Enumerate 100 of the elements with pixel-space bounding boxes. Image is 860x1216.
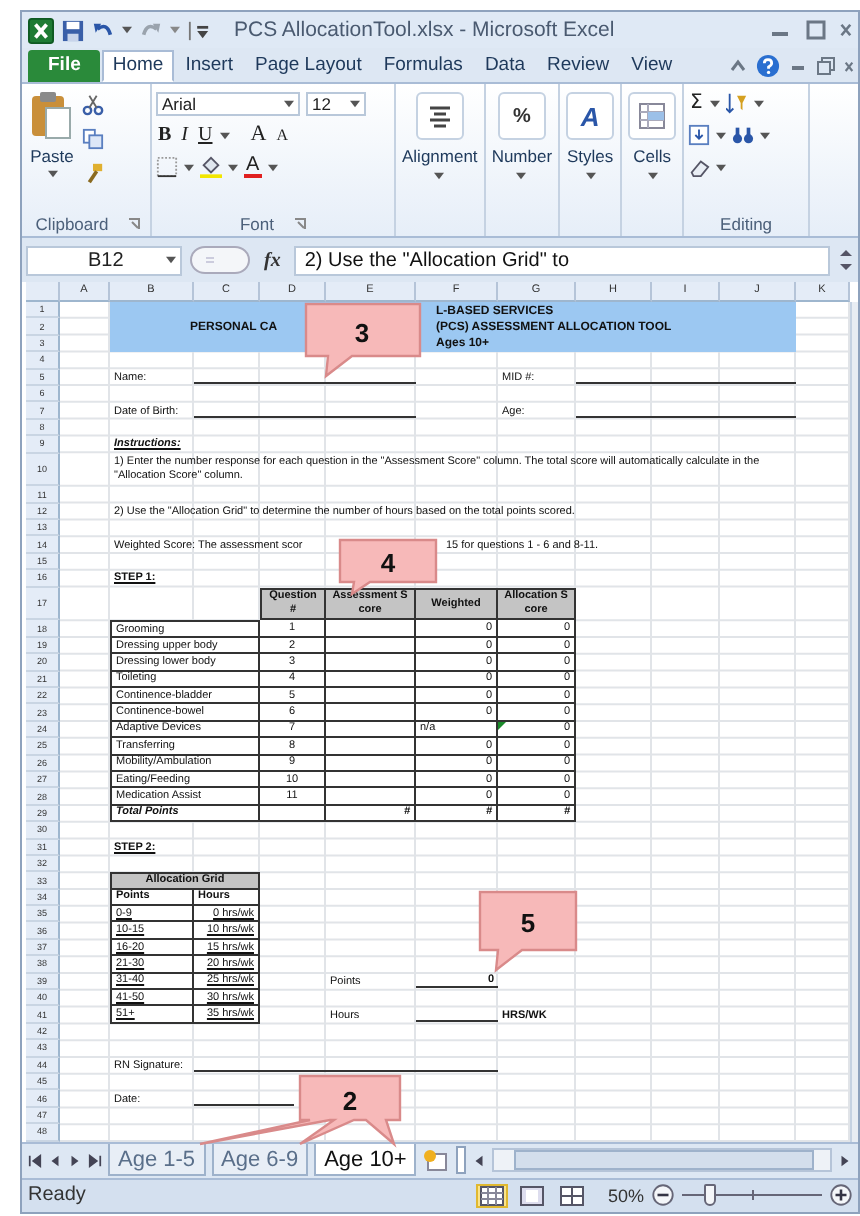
- ribbon-tab[interactable]: Page Layout: [244, 50, 372, 82]
- ribbon-tab[interactable]: File: [28, 50, 101, 82]
- cells-icon: [638, 102, 667, 130]
- zoom-level[interactable]: 50%: [607, 1185, 644, 1206]
- italic-button[interactable]: I: [179, 124, 191, 146]
- binoculars-icon[interactable]: [732, 124, 755, 146]
- first-sheet-icon[interactable]: [28, 1153, 42, 1168]
- normal-view-button[interactable]: [475, 1183, 508, 1208]
- ribbon-tab[interactable]: Insert: [175, 50, 243, 82]
- shrink-font-button[interactable]: A: [274, 124, 290, 146]
- ribbon-tab[interactable]: Formulas: [373, 50, 473, 82]
- customize-toolbar-icon[interactable]: [188, 19, 210, 41]
- horizontal-scrollbar[interactable]: [492, 1148, 832, 1173]
- sheet-tab[interactable]: Age 6-9: [211, 1144, 309, 1177]
- caret-icon: [350, 99, 360, 107]
- insert-function-button[interactable]: fx: [258, 249, 287, 271]
- sheet-tab[interactable]: Age 10+: [314, 1144, 417, 1177]
- group-label: Editing: [720, 214, 773, 234]
- caret-icon: [47, 170, 57, 178]
- styles-symbol: A: [580, 101, 600, 131]
- sheet-tab[interactable]: Age 1-5: [108, 1144, 206, 1177]
- underline-button[interactable]: U: [196, 124, 215, 146]
- table-cell: [326, 654, 416, 672]
- last-sheet-icon[interactable]: [88, 1153, 102, 1168]
- ribbon-tab[interactable]: Data: [474, 50, 536, 82]
- caret-icon[interactable]: [754, 99, 765, 107]
- page-layout-button[interactable]: [515, 1183, 548, 1208]
- undo-icon[interactable]: [92, 19, 114, 41]
- vertical-scrollbar[interactable]: [850, 302, 858, 1142]
- copy-icon[interactable]: [82, 128, 104, 150]
- align-lines-icon: [425, 104, 454, 128]
- spreadsheet-logo-icon[interactable]: [28, 17, 54, 43]
- caret-icon: [647, 172, 658, 180]
- caret-icon: [516, 172, 527, 180]
- caret-icon[interactable]: [710, 99, 721, 107]
- formula-field[interactable]: 2) Use the "Allocation Grid" to: [294, 245, 830, 275]
- scroll-right-icon[interactable]: [838, 1153, 852, 1168]
- collapse-ribbon-icon[interactable]: [728, 55, 748, 75]
- font-name-field[interactable]: Arial: [156, 91, 300, 115]
- page-break-preview-button[interactable]: [555, 1183, 588, 1208]
- restore-icon[interactable]: [802, 18, 830, 42]
- clipboard-icon: [30, 90, 74, 142]
- autosum-button[interactable]: Σ: [688, 92, 705, 114]
- table-cell: [326, 704, 416, 722]
- zoom-slider-thumb[interactable]: [704, 1184, 716, 1207]
- fill-color-icon[interactable]: [200, 156, 222, 178]
- scroll-thumb[interactable]: [514, 1150, 815, 1171]
- table-cell: [326, 620, 416, 638]
- sort-filter-icon[interactable]: [726, 92, 749, 114]
- ribbon-tab[interactable]: Review: [537, 50, 620, 82]
- close-icon[interactable]: [838, 18, 852, 42]
- table-cell: [326, 788, 416, 806]
- zoom-slider-track[interactable]: [682, 1184, 822, 1207]
- font-size-field[interactable]: 12: [306, 91, 366, 115]
- caret-icon[interactable]: [122, 26, 132, 34]
- expand-formula-icon[interactable]: [838, 246, 854, 274]
- status-text: Ready: [28, 1184, 86, 1207]
- help-icon[interactable]: [756, 53, 780, 77]
- cut-icon[interactable]: [82, 94, 104, 116]
- table-cell: [326, 738, 416, 756]
- previous-sheet-icon[interactable]: [48, 1153, 62, 1168]
- insert-sheet-icon[interactable]: [422, 1148, 451, 1173]
- ribbon-tab[interactable]: Home: [102, 50, 174, 82]
- name-box[interactable]: B12: [26, 245, 182, 275]
- caret-icon[interactable]: [228, 163, 238, 171]
- tab-split-handle[interactable]: [456, 1146, 467, 1175]
- paste-button[interactable]: Paste: [30, 90, 74, 212]
- font-color-button[interactable]: A: [244, 156, 262, 178]
- styles-button[interactable]: A Styles: [566, 92, 615, 236]
- group-label: Font: [239, 214, 274, 234]
- caret-icon: [166, 256, 176, 264]
- group-label: Clipboard: [35, 214, 109, 234]
- zoom-out-button[interactable]: [652, 1184, 674, 1207]
- percent-symbol: %: [512, 105, 531, 127]
- borders-icon[interactable]: [156, 156, 178, 178]
- dialog-launcher-icon[interactable]: [294, 218, 306, 230]
- format-painter-icon[interactable]: [82, 162, 104, 184]
- zoom-in-button[interactable]: [830, 1184, 852, 1207]
- save-icon[interactable]: [62, 19, 84, 41]
- eraser-icon[interactable]: [688, 156, 711, 178]
- next-sheet-icon[interactable]: [68, 1153, 82, 1168]
- caret-icon: [585, 172, 596, 180]
- dialog-launcher-icon[interactable]: [128, 218, 141, 230]
- restore-icon[interactable]: [816, 55, 836, 75]
- alignment-button[interactable]: Alignment: [402, 92, 478, 236]
- caret-icon[interactable]: [760, 131, 771, 139]
- window-title: PCS AllocationTool.xlsx - Microsoft Excel: [232, 18, 617, 42]
- number-button[interactable]: % Number: [491, 92, 553, 236]
- fill-down-icon[interactable]: [688, 124, 711, 146]
- caret-icon[interactable]: [716, 163, 727, 171]
- caret-icon[interactable]: [220, 131, 231, 139]
- bold-button[interactable]: B: [156, 124, 174, 146]
- caret-icon: [284, 99, 294, 107]
- caret-icon[interactable]: [184, 163, 194, 171]
- caret-icon[interactable]: [716, 131, 727, 139]
- caret-icon[interactable]: [267, 163, 278, 171]
- scroll-left-icon[interactable]: [472, 1153, 487, 1168]
- ribbon-tab[interactable]: View: [621, 50, 683, 82]
- grow-font-button[interactable]: A: [248, 124, 269, 146]
- cells-button[interactable]: Cells: [628, 92, 677, 236]
